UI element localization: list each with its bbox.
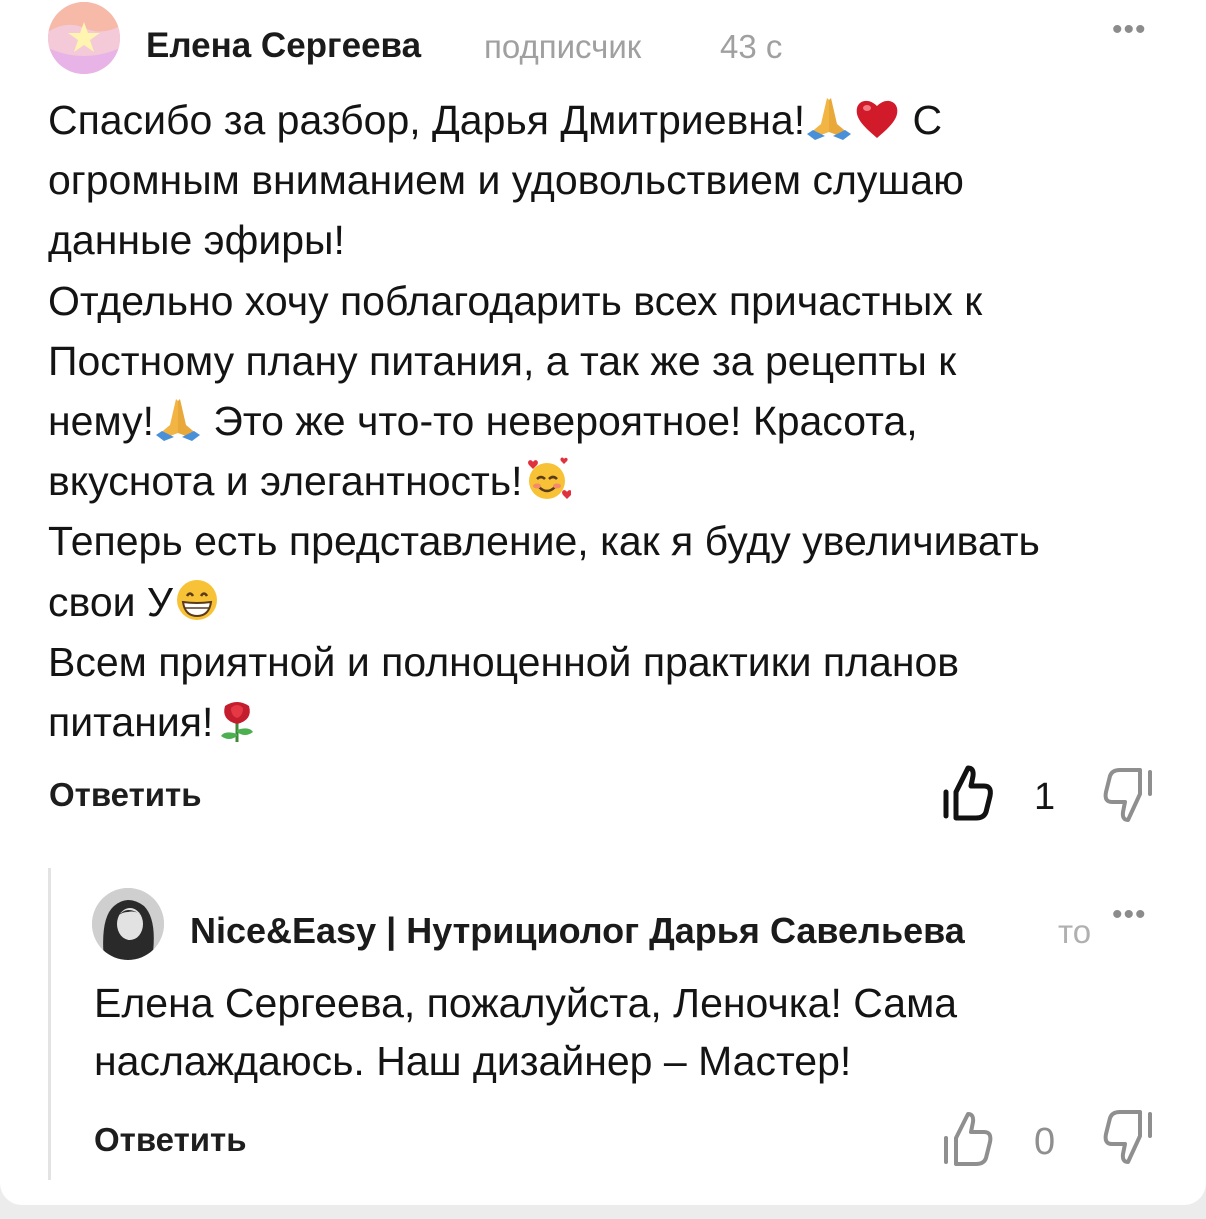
comment-line-text: нему! — [48, 397, 154, 444]
comment-line: данные эфиры! — [48, 217, 345, 264]
avatar[interactable] — [48, 2, 120, 74]
reply-author[interactable]: Nice&Easy | Нутрициолог Дарья Савельева — [190, 911, 965, 951]
folded-hands-emoji-icon — [154, 395, 202, 443]
comment-line: Теперь есть представление, как я буду ув… — [48, 518, 1040, 565]
like-icon[interactable] — [940, 1108, 996, 1168]
comment-line: огромным вниманием и удовольствием слуша… — [48, 157, 964, 204]
comments-card: Елена Сергеева подписчик 43 с ••• Спасиб… — [0, 0, 1206, 1205]
like-count: 0 — [1034, 1121, 1056, 1163]
avatar-image — [92, 888, 164, 960]
comment-author[interactable]: Елена Сергеева — [146, 26, 421, 66]
comment-line-text: питания! — [48, 698, 214, 745]
comment-line: Спасибо за разбор, Дарья Дмитриевна! С — [48, 90, 1168, 150]
comment-line: Всем приятной и полноценной практики пла… — [48, 638, 960, 685]
like-count: 1 — [1034, 776, 1056, 818]
author-role: подписчик — [484, 28, 642, 65]
thread-line — [48, 868, 51, 1180]
comment-line-text: свои У — [48, 578, 173, 625]
reply-text: Елена Сергеева, пожалуйста, Леночка! Сам… — [94, 974, 1094, 1090]
avatar-image — [48, 2, 120, 74]
like-icon[interactable] — [940, 762, 996, 822]
smiling-face-with-hearts-emoji-icon — [523, 455, 571, 503]
comment-line: питания! — [48, 692, 1168, 752]
red-heart-emoji-icon — [853, 94, 901, 142]
comment-line-tail: Это же что-то невероятное! Красота, — [213, 397, 918, 444]
more-options-icon[interactable]: ••• — [1112, 15, 1147, 45]
comment-line: Постному плану питания, а так же за реце… — [48, 337, 957, 384]
comment-line: вкуснота и элегантность! — [48, 451, 1168, 511]
folded-hands-emoji-icon — [805, 94, 853, 142]
comment-line-tail: С — [912, 97, 943, 143]
avatar[interactable] — [92, 888, 164, 960]
reply-line: наслаждаюсь. Наш дизайнер – Мастер! — [94, 1038, 852, 1084]
reply-button[interactable]: Ответить — [49, 775, 202, 815]
rose-emoji-icon — [213, 696, 261, 744]
more-options-icon[interactable]: ••• — [1112, 900, 1147, 930]
comment-line: свои У — [48, 572, 1168, 632]
comment-line: нему! Это же что-то невероятное! Красота… — [48, 391, 1168, 451]
comment-text: Спасибо за разбор, Дарья Дмитриевна! С о… — [48, 90, 1168, 752]
comment-time: 43 с — [720, 28, 783, 65]
dislike-icon[interactable] — [1100, 766, 1156, 826]
comment-line: Отдельно хочу поблагодарить всех причаст… — [48, 277, 983, 324]
comment-line-text: Спасибо за разбор, Дарья Дмитриевна! — [48, 97, 806, 143]
reply-line: Елена Сергеева, пожалуйста, Леночка! Сам… — [94, 980, 958, 1026]
reply-meta: то — [1058, 913, 1092, 950]
grinning-face-emoji-icon — [173, 576, 221, 624]
comment-line-text: вкуснота и элегантность! — [48, 458, 523, 505]
reply-button[interactable]: Ответить — [94, 1120, 247, 1160]
dislike-icon[interactable] — [1100, 1108, 1156, 1168]
